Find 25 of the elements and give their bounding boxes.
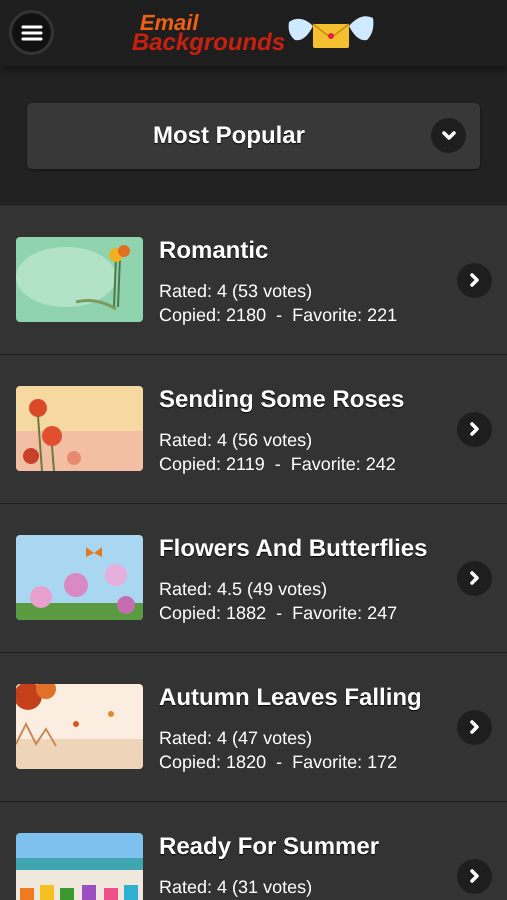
- menu-button[interactable]: [9, 10, 54, 55]
- open-item-button[interactable]: [457, 412, 492, 446]
- open-item-button[interactable]: [457, 858, 492, 894]
- item-title: Flowers And Butterflies: [159, 535, 428, 563]
- rating-text: Rated: 4 (53 votes): [159, 280, 314, 303]
- open-item-button[interactable]: [457, 710, 492, 744]
- menu-icon: [20, 24, 42, 42]
- stats-text: Copied: 1820 - Favorite: 172: [159, 751, 398, 774]
- stats-text: Copied: 1882 - Favorite: 247: [159, 602, 398, 625]
- chevron-down-icon: [431, 118, 466, 153]
- rating-text: Rated: 4 (47 votes): [159, 727, 314, 750]
- open-item-button[interactable]: [457, 560, 492, 596]
- item-title: Sending Some Roses: [159, 386, 406, 414]
- rating-text: Rated: 4 (56 votes): [159, 429, 314, 452]
- item-title: Autumn Leaves Falling: [159, 684, 423, 712]
- open-item-button[interactable]: [457, 262, 492, 298]
- logo-text: Email: [140, 12, 199, 34]
- sort-dropdown[interactable]: Most Popular: [27, 102, 480, 168]
- logo-text: Backgrounds: [132, 30, 286, 54]
- rating-text: Rated: 4.5 (49 votes): [159, 578, 328, 601]
- rating-text: Rated: 4 (31 votes): [159, 876, 314, 899]
- item-title: Ready For Summer: [159, 833, 380, 861]
- item-title: Romantic: [159, 237, 270, 265]
- stats-text: Copied: 2180 - Favorite: 221: [159, 304, 398, 327]
- stats-text: Copied: 2119 - Favorite: 242: [159, 453, 397, 476]
